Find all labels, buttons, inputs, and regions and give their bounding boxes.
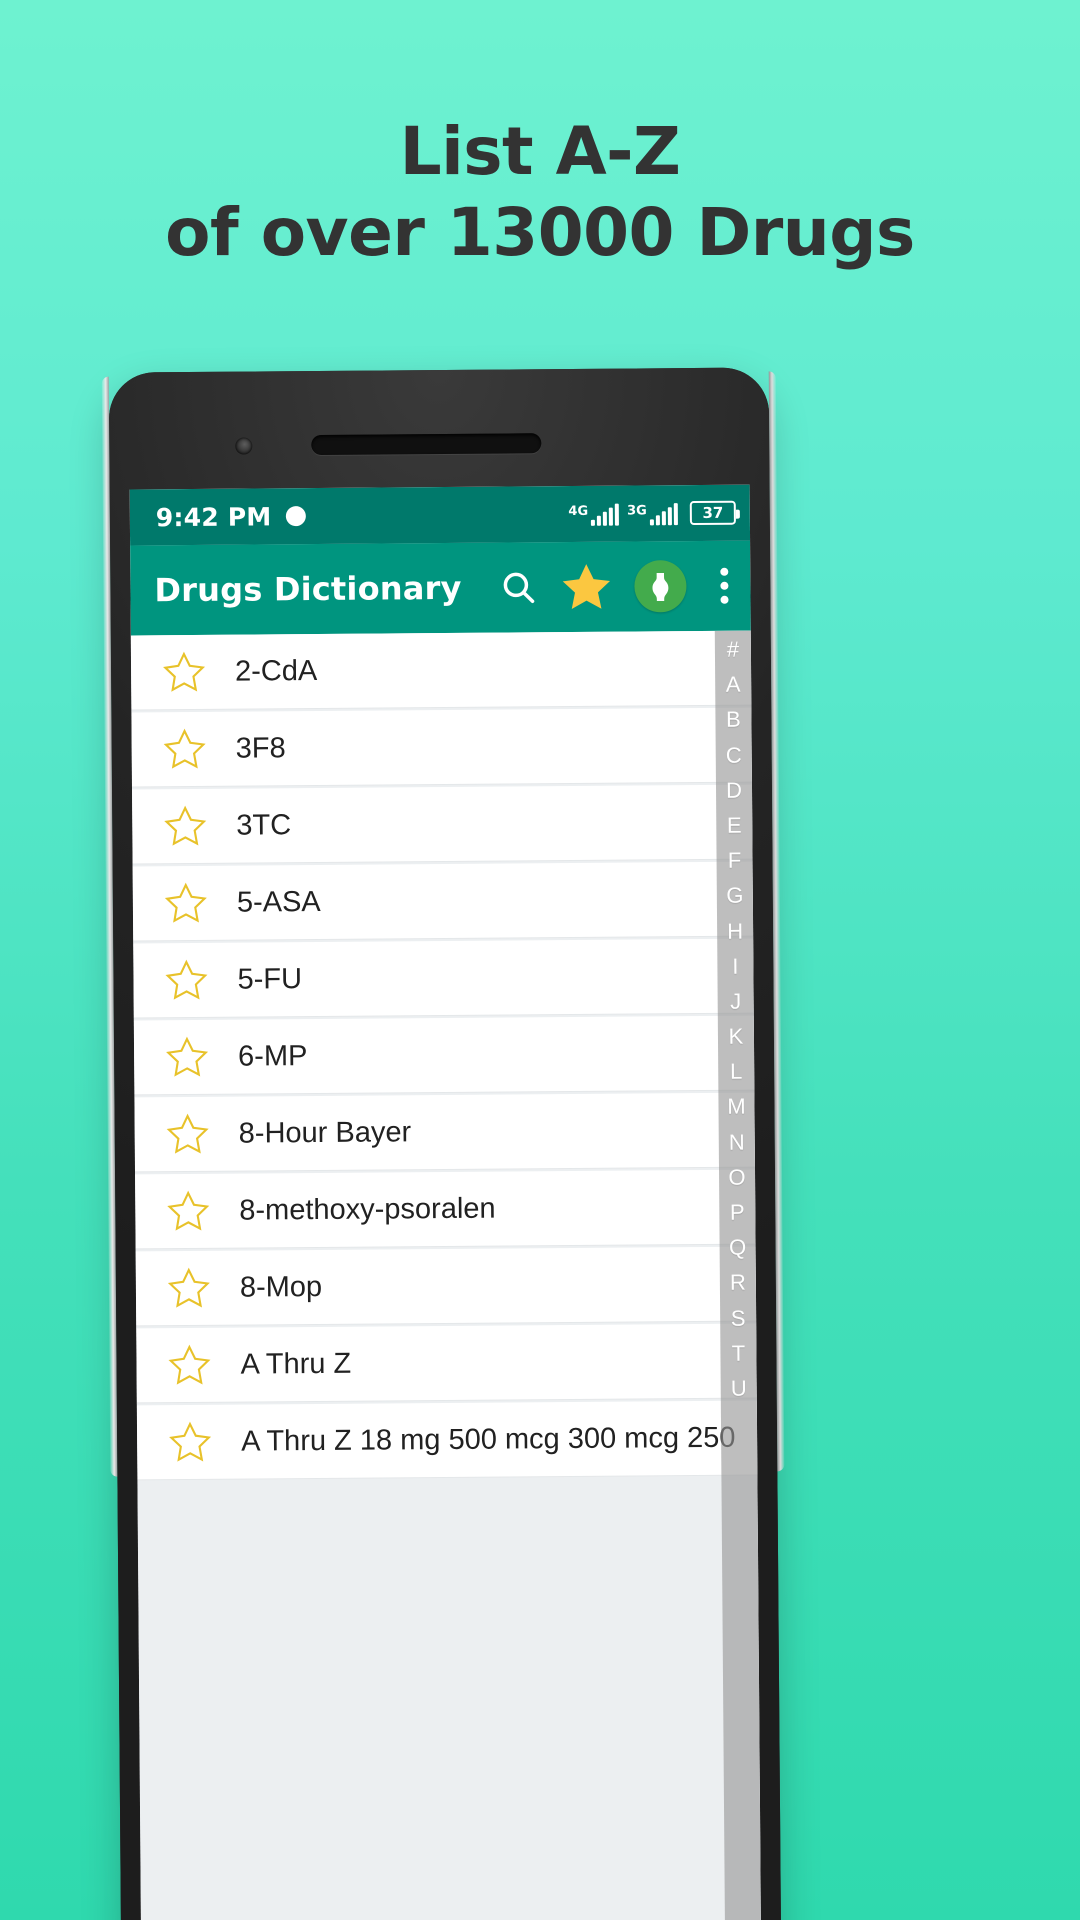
alpha-index-item[interactable]: P bbox=[730, 1200, 745, 1225]
favorites-star-icon[interactable] bbox=[558, 560, 614, 614]
alpha-index-item[interactable]: M bbox=[727, 1094, 746, 1119]
alpha-index-item[interactable]: F bbox=[728, 848, 742, 873]
alpha-index-item[interactable]: N bbox=[729, 1129, 745, 1154]
favorite-star-icon[interactable] bbox=[163, 958, 209, 1002]
list-item[interactable]: 5-FU bbox=[133, 938, 754, 1018]
list-item[interactable]: 8-Hour Bayer bbox=[134, 1092, 755, 1172]
alpha-index-item[interactable]: S bbox=[731, 1305, 746, 1330]
phone-mockup: 9:42 PM 4G 3G 37 Drugs Dictionary 2-CdA … bbox=[108, 367, 782, 1920]
power-button[interactable] bbox=[108, 527, 111, 586]
alpha-index-item[interactable]: R bbox=[730, 1270, 746, 1295]
list-item-label: 8-Hour Bayer bbox=[238, 1115, 412, 1150]
alpha-index-item[interactable]: B bbox=[726, 707, 741, 732]
list-item-label: 5-FU bbox=[237, 962, 303, 996]
list-item-label: A Thru Z bbox=[240, 1347, 352, 1381]
pill-bottle-icon[interactable] bbox=[634, 560, 687, 613]
front-camera-icon bbox=[235, 437, 253, 455]
circle-icon bbox=[285, 506, 306, 527]
phone-screen: 9:42 PM 4G 3G 37 Drugs Dictionary 2-CdA … bbox=[129, 484, 762, 1920]
app-title: Drugs Dictionary bbox=[154, 568, 462, 610]
app-bar: Drugs Dictionary bbox=[130, 540, 751, 636]
alpha-index-item[interactable]: O bbox=[728, 1164, 745, 1189]
list-item-label: 8-Mop bbox=[239, 1270, 323, 1304]
network-type-label-2: 3G bbox=[627, 503, 647, 519]
alpha-index-item[interactable]: Q bbox=[729, 1235, 746, 1260]
overflow-menu-icon[interactable] bbox=[706, 567, 734, 604]
status-bar-time: 9:42 PM bbox=[155, 501, 272, 532]
alpha-index-item[interactable]: A bbox=[726, 672, 741, 697]
favorite-star-icon[interactable] bbox=[162, 727, 208, 771]
alpha-index-item[interactable]: K bbox=[729, 1024, 744, 1049]
alpha-index-item[interactable]: T bbox=[732, 1340, 746, 1365]
favorite-star-icon[interactable] bbox=[163, 881, 209, 925]
battery-percent-label: 37 bbox=[702, 503, 724, 522]
alpha-index-item[interactable]: U bbox=[731, 1376, 747, 1401]
list-item[interactable]: 3F8 bbox=[131, 707, 752, 787]
status-bar-icons: 4G 3G 37 bbox=[568, 500, 736, 526]
alpha-index-scrollbar[interactable]: # A B C D E F G H I J K L M N O P Q R S … bbox=[714, 630, 762, 1920]
list-item[interactable]: 3TC bbox=[132, 784, 753, 864]
alpha-index-item[interactable]: G bbox=[726, 883, 743, 908]
list-item-label: 6-MP bbox=[237, 1039, 308, 1073]
battery-icon: 37 bbox=[689, 500, 736, 526]
phone-body: 9:42 PM 4G 3G 37 Drugs Dictionary 2-CdA … bbox=[108, 367, 782, 1920]
list-item-label: 8-methoxy-psoralen bbox=[239, 1192, 496, 1227]
drug-list[interactable]: 2-CdA 3F8 3TC 5-ASA 5-FU 6-MP 8-Hour Bay… bbox=[130, 630, 762, 1920]
network-type-label-1: 4G bbox=[568, 503, 589, 520]
volume-button[interactable] bbox=[108, 842, 113, 861]
signal-icon-1: 4G bbox=[568, 503, 620, 526]
favorite-star-icon[interactable] bbox=[165, 1189, 211, 1233]
app-bar-actions bbox=[498, 559, 734, 615]
list-item-label: 3F8 bbox=[235, 731, 286, 765]
alpha-index-item[interactable]: D bbox=[726, 777, 742, 802]
favorite-star-icon[interactable] bbox=[167, 1420, 213, 1464]
alpha-index-item[interactable]: C bbox=[726, 742, 742, 767]
signal-bars-icon-2 bbox=[649, 503, 678, 526]
favorite-star-icon[interactable] bbox=[166, 1343, 212, 1387]
promo-screenshot: List A-Z of over 13000 Drugs 9:42 PM 4G bbox=[0, 0, 1080, 1920]
promo-headline: List A-Z of over 13000 Drugs bbox=[0, 112, 1080, 273]
search-icon[interactable] bbox=[498, 567, 538, 607]
alpha-index-item[interactable]: H bbox=[727, 918, 743, 943]
list-item-label: 2-CdA bbox=[234, 654, 318, 688]
signal-icon-2: 3G bbox=[627, 503, 678, 526]
list-item-label: 3TC bbox=[236, 808, 292, 842]
list-item[interactable]: A Thru Z bbox=[136, 1323, 757, 1403]
alpha-index-item[interactable]: # bbox=[727, 637, 739, 662]
alpha-index-item[interactable]: I bbox=[732, 953, 738, 978]
list-item[interactable]: 5-ASA bbox=[132, 861, 754, 941]
alpha-index-item[interactable]: E bbox=[727, 813, 742, 838]
favorite-star-icon[interactable] bbox=[161, 650, 207, 694]
list-item[interactable]: 6-MP bbox=[133, 1015, 755, 1095]
list-item-label: A Thru Z 18 mg 500 mcg 300 mcg 250 bbox=[240, 1421, 736, 1458]
signal-bars-icon-1 bbox=[591, 503, 620, 526]
status-bar: 9:42 PM 4G 3G 37 bbox=[129, 484, 751, 546]
earpiece-speaker bbox=[311, 433, 542, 456]
list-item[interactable]: 8-Mop bbox=[135, 1246, 757, 1326]
favorite-star-icon[interactable] bbox=[166, 1266, 212, 1310]
promo-headline-line2: of over 13000 Drugs bbox=[165, 193, 915, 271]
alpha-index-item[interactable]: J bbox=[730, 989, 741, 1014]
promo-headline-line1: List A-Z bbox=[399, 113, 681, 190]
favorite-star-icon[interactable] bbox=[162, 804, 208, 848]
favorite-star-icon[interactable] bbox=[164, 1035, 210, 1079]
list-item[interactable]: 2-CdA bbox=[130, 630, 752, 710]
alpha-index-item[interactable]: L bbox=[730, 1059, 742, 1084]
list-item[interactable]: A Thru Z 18 mg 500 mcg 300 mcg 250 bbox=[136, 1400, 758, 1480]
favorite-star-icon[interactable] bbox=[165, 1112, 211, 1156]
list-item-label: 5-ASA bbox=[236, 885, 321, 919]
list-item[interactable]: 8-methoxy-psoralen bbox=[135, 1169, 756, 1249]
